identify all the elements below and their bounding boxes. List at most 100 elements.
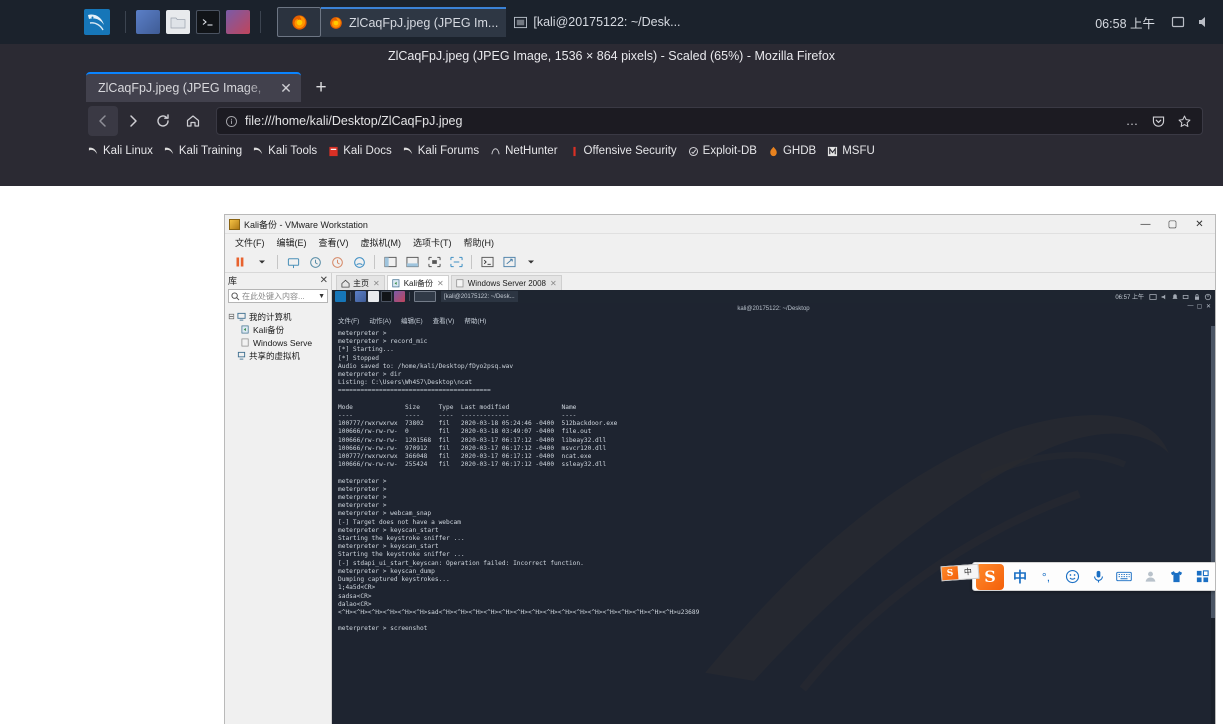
close-icon[interactable]: ✕ xyxy=(437,279,444,288)
new-tab-button[interactable]: + xyxy=(307,73,335,101)
show-library-icon[interactable] xyxy=(381,254,399,271)
close-icon[interactable]: ✕ xyxy=(320,275,328,286)
menu-edit[interactable]: 编辑(E) xyxy=(271,234,313,252)
home-button[interactable] xyxy=(178,106,208,136)
vm-tab-home[interactable]: 主页 ✕ xyxy=(336,275,385,290)
guest-menu-file[interactable]: 文件(F) xyxy=(338,315,359,325)
terminal-icon[interactable] xyxy=(381,291,392,302)
close-icon[interactable]: ✕ xyxy=(277,79,295,97)
guest-menu-edit[interactable]: 编辑(E) xyxy=(401,315,423,325)
tab-zlcaqfpj-jpeg[interactable]: ZlCaqFpJ.jpeg (JPEG Image, ✕ xyxy=(86,72,301,102)
forward-button[interactable] xyxy=(118,106,148,136)
bookmark-offensive-security[interactable]: Offensive Security xyxy=(569,145,677,157)
taskbar-clock[interactable]: 06:58 上午 xyxy=(1095,13,1155,32)
volume-icon[interactable] xyxy=(1196,14,1212,30)
close-icon[interactable]: ✕ xyxy=(550,279,557,288)
minimize-button[interactable]: — xyxy=(1186,303,1195,310)
emoji-picker-icon[interactable] xyxy=(1059,565,1085,589)
apps-icon[interactable] xyxy=(226,10,250,34)
pocket-icon[interactable] xyxy=(1148,111,1168,131)
terminal-icon[interactable] xyxy=(196,10,220,34)
battery-icon[interactable] xyxy=(1182,293,1190,301)
stretch-caret-icon[interactable] xyxy=(522,254,540,271)
toolbox-grid-icon[interactable] xyxy=(1189,565,1215,589)
guest-menu-view[interactable]: 查看(V) xyxy=(433,315,455,325)
page-actions-button[interactable]: … xyxy=(1122,111,1142,131)
taskbar-window-terminal[interactable]: [kali@20175122: ~/Desk... xyxy=(506,7,688,37)
bookmark-exploit-db[interactable]: Exploit-DB xyxy=(688,145,757,157)
kali-dragon-logo[interactable] xyxy=(84,9,110,35)
vm-guest-screen[interactable]: [kali@20175122: ~/Desk... 06:57 上午 xyxy=(332,290,1215,724)
show-thumbnails-icon[interactable] xyxy=(403,254,421,271)
input-mode-chinese-button[interactable]: 中 xyxy=(1007,565,1033,589)
power-icon[interactable] xyxy=(1204,293,1212,301)
unity-icon[interactable] xyxy=(478,254,496,271)
minimize-button[interactable]: — xyxy=(1132,215,1159,233)
bookmark-kali-tools[interactable]: Kali Tools xyxy=(253,145,317,157)
terminal-output[interactable]: meterpreter > meterpreter > record_mic [… xyxy=(332,326,1215,724)
bookmark-msfu[interactable]: MSFU xyxy=(827,145,875,157)
guest-terminal-window[interactable]: kali@20175122: ~/Desktop — ▢ ✕ 文件(F) 动作(… xyxy=(332,303,1215,724)
terminal-scrollbar[interactable] xyxy=(1211,326,1215,724)
kali-dragon-icon[interactable] xyxy=(335,291,346,302)
volume-icon[interactable] xyxy=(1160,293,1168,301)
guest-clock[interactable]: 06:57 上午 xyxy=(1115,292,1144,301)
user-account-icon[interactable] xyxy=(1137,565,1163,589)
firefox-launcher-icon[interactable] xyxy=(277,7,321,37)
tree-item-windows-server[interactable]: Windows Serve xyxy=(227,336,329,349)
sogou-logo-icon[interactable]: S xyxy=(976,564,1004,590)
dropdown-caret-icon[interactable] xyxy=(253,254,271,271)
take-snapshot-icon[interactable] xyxy=(328,254,346,271)
files-icon[interactable] xyxy=(136,10,160,34)
vm-tab-windows-server-2008[interactable]: Windows Server 2008 ✕ xyxy=(451,275,562,290)
tree-item-my-computer[interactable]: ⊟ 我的计算机 xyxy=(227,310,329,323)
snapshot-icon[interactable] xyxy=(284,254,302,271)
page-info-icon[interactable] xyxy=(225,115,238,128)
vm-tab-kali-backup[interactable]: Kali备份 ✕ xyxy=(387,275,449,290)
folder-icon[interactable] xyxy=(166,10,190,34)
bookmark-kali-docs[interactable]: Kali Docs xyxy=(328,145,392,157)
pause-icon[interactable] xyxy=(231,254,249,271)
bookmark-kali-forums[interactable]: Kali Forums xyxy=(403,145,479,157)
menu-view[interactable]: 查看(V) xyxy=(313,234,355,252)
menu-vm[interactable]: 虚拟机(M) xyxy=(355,234,408,252)
url-text[interactable]: file:///home/kali/Desktop/ZlCaqFpJ.jpeg xyxy=(245,114,1116,128)
reload-button[interactable] xyxy=(148,106,178,136)
snapshot-manager-icon[interactable] xyxy=(350,254,368,271)
expander-icon[interactable]: ⊟ xyxy=(227,312,236,321)
skin-theme-icon[interactable] xyxy=(1163,565,1189,589)
console-view-icon[interactable] xyxy=(425,254,443,271)
fullscreen-view-icon[interactable] xyxy=(447,254,465,271)
punctuation-toggle-button[interactable]: °, xyxy=(1033,565,1059,589)
menu-help[interactable]: 帮助(H) xyxy=(458,234,501,252)
taskbar-window-firefox[interactable]: ZlCaqFpJ.jpeg (JPEG Im... xyxy=(321,7,506,37)
close-icon[interactable]: ✕ xyxy=(373,279,380,288)
url-bar[interactable]: file:///home/kali/Desktop/ZlCaqFpJ.jpeg … xyxy=(216,107,1203,135)
soft-keyboard-icon[interactable] xyxy=(1111,565,1137,589)
display-icon[interactable] xyxy=(1170,14,1186,30)
revert-snapshot-icon[interactable] xyxy=(306,254,324,271)
files-icon[interactable] xyxy=(355,291,366,302)
tree-item-kali-backup[interactable]: Kali备份 xyxy=(227,323,329,336)
tree-item-shared-vms[interactable]: 共享的虚拟机 xyxy=(227,349,329,362)
bookmark-nethunter[interactable]: NetHunter xyxy=(490,145,557,157)
guest-menu-help[interactable]: 帮助(H) xyxy=(464,315,486,325)
menu-tabs[interactable]: 选项卡(T) xyxy=(407,234,458,252)
back-button[interactable] xyxy=(88,106,118,136)
guest-taskbar-window[interactable]: [kali@20175122: ~/Desk... xyxy=(441,291,518,302)
library-search-input[interactable]: 在此处键入内容... ▼ xyxy=(228,289,328,303)
sogou-mini-indicator[interactable]: S 中 xyxy=(941,564,980,582)
bookmark-ghdb[interactable]: GHDB xyxy=(768,145,816,157)
voice-input-icon[interactable] xyxy=(1085,565,1111,589)
maximize-button[interactable]: ▢ xyxy=(1195,303,1204,310)
bookmark-kali-training[interactable]: Kali Training xyxy=(164,145,242,157)
menu-file[interactable]: 文件(F) xyxy=(229,234,271,252)
close-button[interactable]: ✕ xyxy=(1186,215,1213,233)
maximize-button[interactable]: ▢ xyxy=(1159,215,1186,233)
stretch-icon[interactable] xyxy=(500,254,518,271)
lock-icon[interactable] xyxy=(1193,293,1201,301)
guest-menu-actions[interactable]: 动作(A) xyxy=(369,315,391,325)
terminal-launcher-active-icon[interactable] xyxy=(414,291,436,302)
notify-icon[interactable] xyxy=(1171,293,1179,301)
sogou-ime-toolbar[interactable]: S 中 S 中 °, xyxy=(972,562,1215,591)
